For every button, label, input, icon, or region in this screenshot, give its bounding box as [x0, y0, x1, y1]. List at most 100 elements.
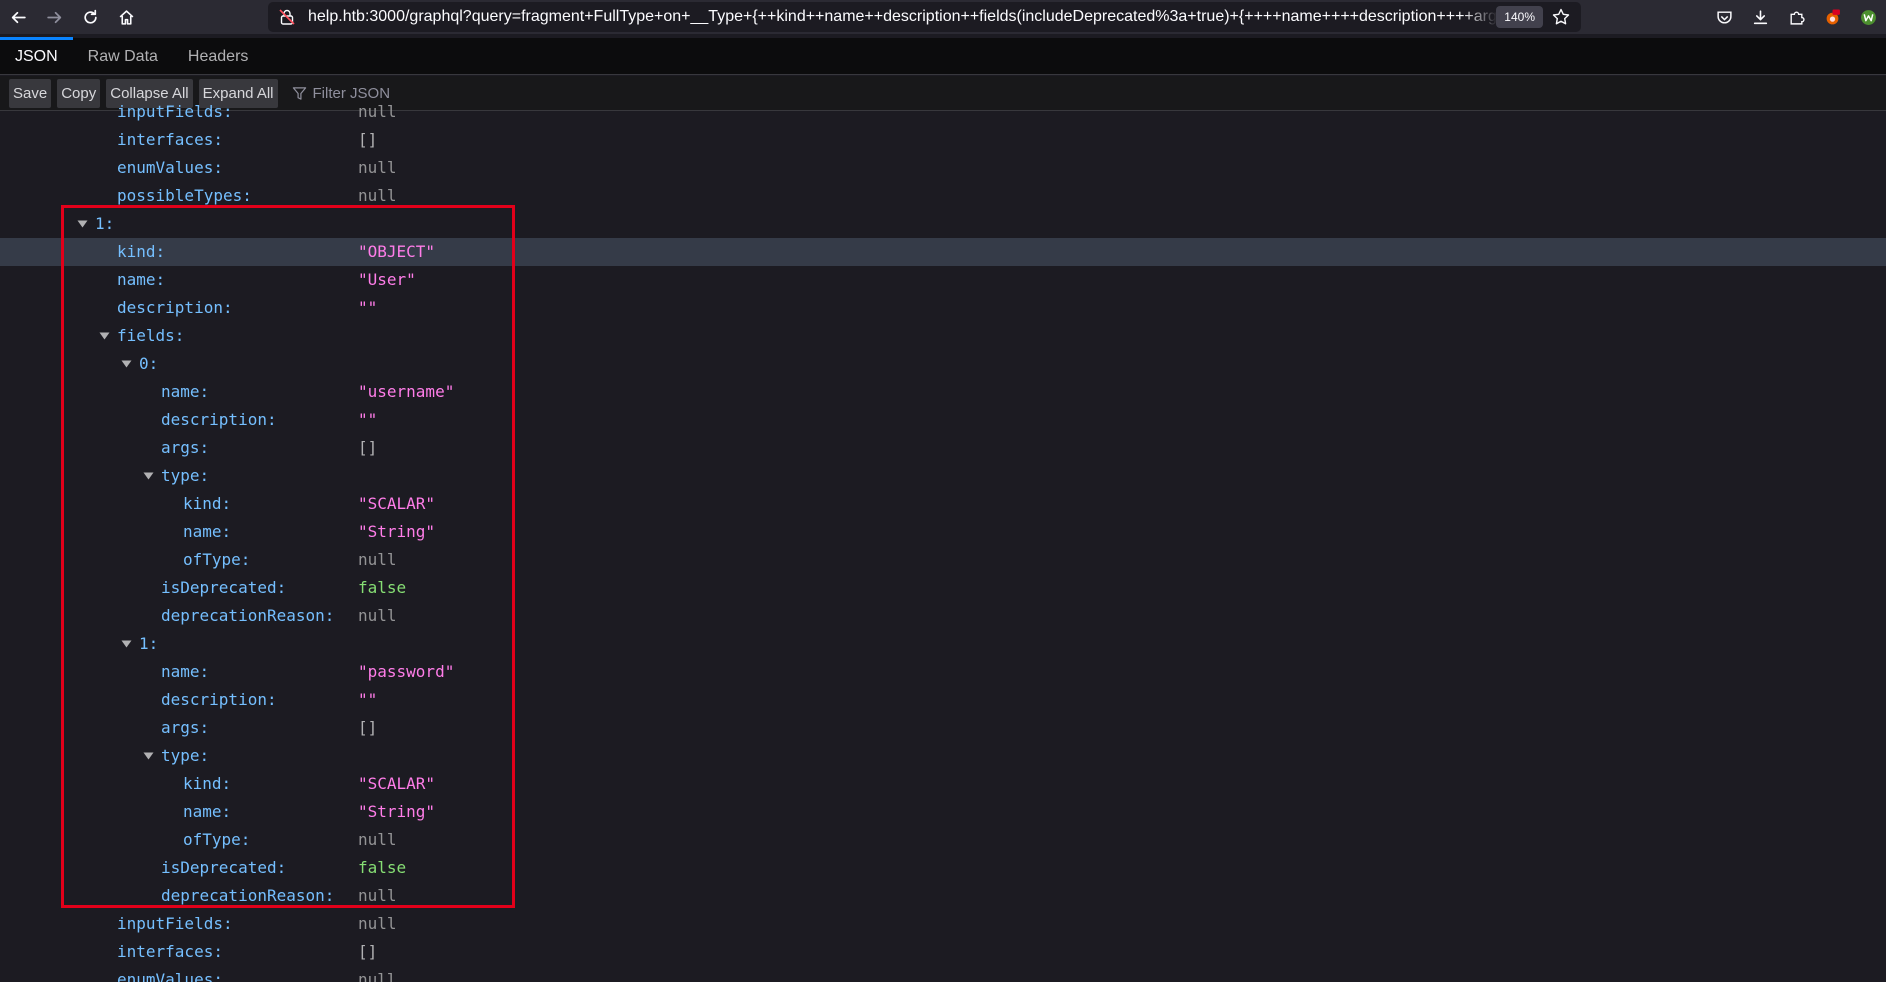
- tree-row[interactable]: interfaces: []: [0, 126, 1886, 154]
- tree-row[interactable]: description: "": [0, 294, 1886, 322]
- tree-value: false: [358, 578, 407, 597]
- tree-value: "password": [358, 662, 455, 681]
- foxyproxy-button[interactable]: [1814, 0, 1850, 34]
- arrow-right-icon: [46, 11, 61, 23]
- tab-raw-data[interactable]: Raw Data: [73, 38, 173, 74]
- arrow-left-icon: [11, 11, 26, 23]
- tree-value: "String": [358, 522, 436, 541]
- tree-row[interactable]: kind: "SCALAR": [0, 770, 1886, 798]
- tree-key: description:: [161, 690, 277, 709]
- tree-key: interfaces:: [117, 130, 223, 149]
- tree-value: []: [358, 130, 378, 149]
- tree-value: "": [358, 410, 378, 429]
- tree-row[interactable]: 1:: [0, 210, 1886, 238]
- expand-triangle-icon[interactable]: [75, 210, 89, 238]
- tree-row[interactable]: kind: "SCALAR": [0, 490, 1886, 518]
- extensions-button[interactable]: [1778, 0, 1814, 34]
- tree-key: description:: [161, 410, 277, 429]
- tree-key: ofType:: [183, 830, 251, 849]
- tab-json[interactable]: JSON: [0, 37, 73, 74]
- home-button[interactable]: [108, 0, 144, 34]
- tree-key: deprecationReason:: [161, 606, 335, 625]
- reload-button[interactable]: [72, 0, 108, 34]
- tree-row[interactable]: args: []: [0, 434, 1886, 462]
- tree-row[interactable]: 1:: [0, 630, 1886, 658]
- tree-row[interactable]: ofType: null: [0, 546, 1886, 574]
- wappalyzer-button[interactable]: [1850, 0, 1886, 34]
- tree-key: inputFields:: [117, 102, 233, 121]
- tree-row[interactable]: ofType: null: [0, 826, 1886, 854]
- pocket-button[interactable]: [1706, 0, 1742, 34]
- back-button[interactable]: [0, 0, 36, 34]
- expand-triangle-icon[interactable]: [141, 462, 155, 490]
- tree-key: isDeprecated:: [161, 858, 287, 877]
- tree-row[interactable]: enumValues: null: [0, 154, 1886, 182]
- tree-row[interactable]: name: "User": [0, 266, 1886, 294]
- tree-row[interactable]: name: "username": [0, 378, 1886, 406]
- tree-key: kind:: [183, 774, 232, 793]
- tree-value: null: [358, 914, 397, 933]
- tab-headers[interactable]: Headers: [173, 38, 263, 74]
- tree-row[interactable]: description: "": [0, 686, 1886, 714]
- filter-placeholder: Filter JSON: [312, 84, 391, 102]
- browser-toolbar: help.htb:3000/graphql?query=fragment+Ful…: [0, 0, 1886, 34]
- tree-value: null: [358, 830, 397, 849]
- download-icon: [1753, 9, 1767, 24]
- json-tree: inputFields: null interfaces: [] enumValues:…: [0, 100, 1886, 982]
- tree-row[interactable]: inputFields: null: [0, 100, 1886, 126]
- tree-value: "": [358, 298, 378, 317]
- tree-row[interactable]: 0:: [0, 350, 1886, 378]
- toolbar-right-icons: [1706, 0, 1886, 34]
- tree-row[interactable]: name: "String": [0, 518, 1886, 546]
- tree-row[interactable]: fields:: [0, 322, 1886, 350]
- insecure-lock-icon[interactable]: [278, 8, 296, 26]
- wappalyzer-icon: [1860, 9, 1876, 25]
- expand-triangle-icon[interactable]: [97, 322, 111, 350]
- tree-key: enumValues:: [117, 970, 223, 982]
- forward-button[interactable]: [36, 0, 72, 34]
- tree-value: "": [358, 690, 378, 709]
- tree-key: kind:: [117, 242, 166, 261]
- pocket-icon: [1716, 10, 1732, 24]
- tree-row[interactable]: inputFields: null: [0, 910, 1886, 938]
- address-bar[interactable]: help.htb:3000/graphql?query=fragment+Ful…: [268, 2, 1581, 32]
- url-text[interactable]: help.htb:3000/graphql?query=fragment+Ful…: [308, 8, 1498, 26]
- tree-row[interactable]: name: "password": [0, 658, 1886, 686]
- tree-row[interactable]: kind: "OBJECT": [0, 238, 1886, 266]
- tree-row[interactable]: isDeprecated: false: [0, 854, 1886, 882]
- tree-row[interactable]: args: []: [0, 714, 1886, 742]
- filter-funnel-icon: [292, 86, 306, 100]
- tree-row[interactable]: name: "String": [0, 798, 1886, 826]
- tree-key: args:: [161, 718, 210, 737]
- tree-row[interactable]: type:: [0, 742, 1886, 770]
- tree-row[interactable]: type:: [0, 462, 1886, 490]
- tree-row[interactable]: deprecationReason: null: [0, 602, 1886, 630]
- downloads-button[interactable]: [1742, 0, 1778, 34]
- tree-key: possibleTypes:: [117, 186, 252, 205]
- zoom-level-badge[interactable]: 140%: [1496, 6, 1543, 28]
- tree-key: 1:: [139, 634, 159, 653]
- filter-json-input[interactable]: Filter JSON: [292, 84, 391, 102]
- tree-value: null: [358, 102, 397, 121]
- tree-row[interactable]: deprecationReason: null: [0, 882, 1886, 910]
- tree-row[interactable]: possibleTypes: null: [0, 182, 1886, 210]
- tree-value: false: [358, 858, 407, 877]
- tree-row[interactable]: interfaces: []: [0, 938, 1886, 966]
- expand-triangle-icon[interactable]: [119, 350, 133, 378]
- tree-key: enumValues:: [117, 158, 223, 177]
- tree-value: "username": [358, 382, 455, 401]
- tree-row[interactable]: enumValues: null: [0, 966, 1886, 982]
- tree-key: ofType:: [183, 550, 251, 569]
- tree-value: null: [358, 606, 397, 625]
- expand-triangle-icon[interactable]: [119, 630, 133, 658]
- bookmark-star-icon[interactable]: [1551, 7, 1571, 27]
- expand-triangle-icon[interactable]: [141, 742, 155, 770]
- tree-row[interactable]: isDeprecated: false: [0, 574, 1886, 602]
- tree-key: fields:: [117, 326, 185, 345]
- reload-icon: [83, 9, 97, 24]
- tree-value: []: [358, 942, 378, 961]
- tree-value: null: [358, 158, 397, 177]
- tree-row[interactable]: description: "": [0, 406, 1886, 434]
- tree-key: 1:: [95, 214, 115, 233]
- tree-value: []: [358, 718, 378, 737]
